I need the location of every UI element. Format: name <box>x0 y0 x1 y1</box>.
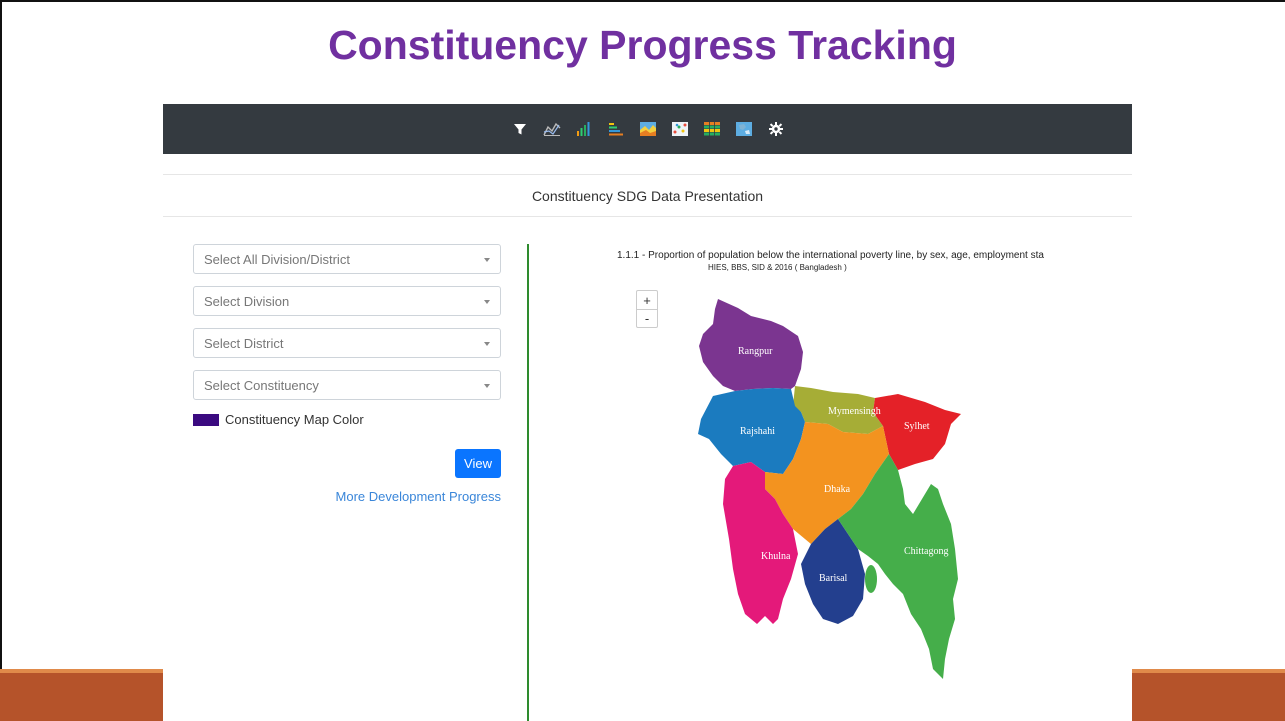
gear-icon[interactable] <box>762 118 790 140</box>
division-select[interactable]: Select Division <box>193 286 501 316</box>
page-title: Constituency SDG Data Presentation <box>163 174 1132 217</box>
region-rangpur[interactable] <box>699 299 803 391</box>
map-title: 1.1.1 - Proportion of population below t… <box>617 250 1044 261</box>
label-chittagong: Chittagong <box>904 546 948 557</box>
zoom-controls: + - <box>636 290 658 328</box>
filter-icon[interactable] <box>506 118 534 140</box>
label-rangpur: Rangpur <box>738 346 773 357</box>
chevron-down-icon <box>484 300 490 304</box>
app-screenshot: Constituency SDG Data Presentation Selec… <box>163 104 1132 721</box>
area-chart-icon[interactable] <box>634 118 662 140</box>
division-district-select[interactable]: Select All Division/District <box>193 244 501 274</box>
district-select[interactable]: Select District <box>193 328 501 358</box>
filter-panel: Select All Division/District Select Divi… <box>193 244 501 504</box>
zoom-out-button[interactable]: - <box>637 309 657 327</box>
bar-chart-icon[interactable] <box>570 118 598 140</box>
globe-map-icon[interactable] <box>730 118 758 140</box>
division-placeholder: Select Division <box>204 293 290 309</box>
label-mymensingh: Mymensingh <box>828 406 881 417</box>
chevron-down-icon <box>484 384 490 388</box>
line-chart-icon[interactable] <box>538 118 566 140</box>
label-rajshahi: Rajshahi <box>740 426 775 437</box>
legend-label: Constituency Map Color <box>225 412 364 427</box>
label-barisal: Barisal <box>819 573 848 584</box>
island-bhola <box>865 565 877 593</box>
slide-title: Constituency Progress Tracking <box>328 22 957 68</box>
map-subtitle: HIES, BBS, SID & 2016 ( Bangladesh ) <box>708 263 847 272</box>
chart-toolbar <box>163 104 1132 154</box>
scatter-chart-icon[interactable] <box>666 118 694 140</box>
color-swatch[interactable] <box>193 413 219 426</box>
table-icon[interactable] <box>698 118 726 140</box>
district-placeholder: Select District <box>204 335 284 351</box>
zoom-in-button[interactable]: + <box>637 291 657 309</box>
more-development-link[interactable]: More Development Progress <box>336 489 501 504</box>
label-sylhet: Sylhet <box>904 421 930 432</box>
panel-divider <box>527 244 529 721</box>
constituency-select[interactable]: Select Constituency <box>193 370 501 400</box>
label-khulna: Khulna <box>761 551 791 562</box>
chevron-down-icon <box>484 342 490 346</box>
map-color-legend: Constituency Map Color <box>193 412 501 427</box>
view-button[interactable]: View <box>455 449 501 478</box>
constituency-placeholder: Select Constituency <box>204 377 319 393</box>
horizontal-bar-chart-icon[interactable] <box>602 118 630 140</box>
label-dhaka: Dhaka <box>824 484 851 495</box>
chevron-down-icon <box>484 258 490 262</box>
division-district-placeholder: Select All Division/District <box>204 251 350 267</box>
bangladesh-division-map: Rangpur Mymensingh Sylhet Rajshahi Dhaka… <box>698 299 961 679</box>
